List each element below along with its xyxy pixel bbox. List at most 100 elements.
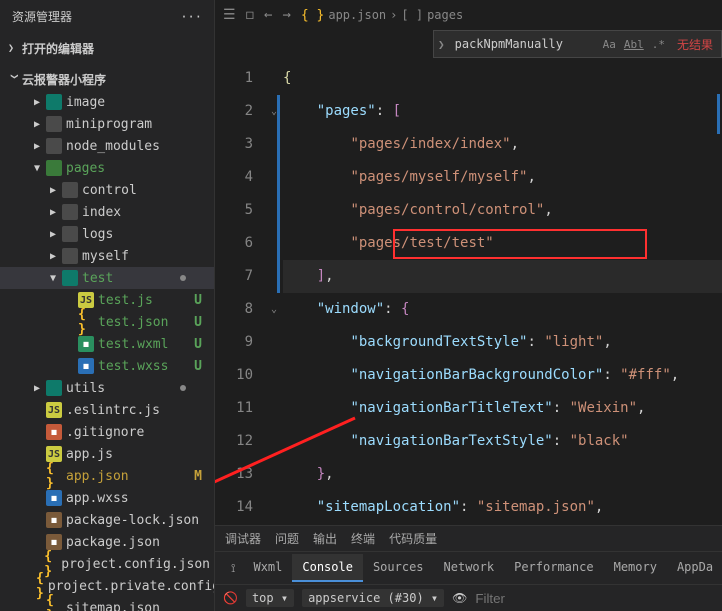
dbg-tab-问题[interactable]: 问题 [275, 530, 299, 547]
eye-icon[interactable]: 👁 [452, 591, 467, 605]
section-project[interactable]: ❯ 云报警器小程序 [0, 68, 214, 91]
inspect-icon[interactable]: ⟟ [223, 561, 243, 576]
regex-icon[interactable]: .* [648, 38, 669, 51]
tree-item-image[interactable]: ▶image [0, 91, 214, 113]
tree-label: test.wxml [98, 337, 168, 352]
breadcrumb[interactable]: { } app.json › [ ] pages [301, 8, 463, 23]
tree-item-index[interactable]: ▶index [0, 201, 214, 223]
status-badge: U [194, 359, 202, 374]
tree-label: sitemap.json [66, 601, 160, 611]
section-open-editors[interactable]: ❯ 打开的编辑器 [0, 37, 214, 60]
tree-item--gitignore[interactable]: ◼.gitignore [0, 421, 214, 443]
tree-label: app.wxss [66, 491, 129, 506]
tree-label: miniprogram [66, 117, 152, 132]
tree-item-logs[interactable]: ▶logs [0, 223, 214, 245]
tree-item-test[interactable]: ▼test [0, 267, 214, 289]
debugger-panel: 调试器问题输出终端代码质量 ⟟ WxmlConsoleSourcesNetwor… [215, 525, 722, 611]
dbg-tab2-Console[interactable]: Console [292, 554, 363, 582]
nav-fwd-icon[interactable]: → [282, 7, 290, 23]
tree-item-sitemap-json[interactable]: { }sitemap.json [0, 597, 214, 611]
tree-item-project-config-json[interactable]: { }project.config.json [0, 553, 214, 575]
tree-label: project.private.config.js... [48, 579, 214, 594]
dbg-tab2-Memory[interactable]: Memory [604, 554, 667, 582]
tree-label: control [82, 183, 137, 198]
tree-item-project-private-config-js-[interactable]: { }project.private.config.js... [0, 575, 214, 597]
dbg-tab2-Sources[interactable]: Sources [363, 554, 434, 582]
file-icon [62, 226, 78, 242]
code-line-5[interactable]: "pages/control/control", [283, 194, 722, 227]
code-line-8[interactable]: "window": { [283, 293, 722, 326]
dbg-tab-代码质量[interactable]: 代码质量 [389, 530, 437, 547]
code-line-7[interactable]: ], [283, 260, 722, 293]
code-line-3[interactable]: "pages/index/index", [283, 128, 722, 161]
status-badge: M [194, 469, 202, 484]
dbg-tab2-Network[interactable]: Network [434, 554, 505, 582]
filter-input[interactable] [475, 591, 652, 606]
tree-item-node_modules[interactable]: ▶node_modules [0, 135, 214, 157]
tree-item-test-wxss[interactable]: ◼test.wxssU [0, 355, 214, 377]
find-input[interactable]: packNpmManually [449, 37, 599, 51]
tree-label: image [66, 95, 105, 110]
context-top[interactable]: top ▾ [246, 589, 294, 607]
tree-item-app-json[interactable]: { }app.jsonM [0, 465, 214, 487]
fold-column: ⌄⌄ [265, 58, 283, 525]
bookmark-icon[interactable]: ◻ [246, 7, 254, 23]
tree-item--eslintrc-js[interactable]: JS.eslintrc.js [0, 399, 214, 421]
tree-label: app.json [66, 469, 129, 484]
code-line-11[interactable]: "navigationBarTitleText": "Weixin", [283, 392, 722, 425]
tree-item-test-js[interactable]: JStest.jsU [0, 289, 214, 311]
whole-word-icon[interactable]: Abl [620, 38, 648, 51]
context-appservice[interactable]: appservice (#30) ▾ [302, 589, 444, 607]
list-icon[interactable]: ☰ [223, 7, 236, 23]
code-line-9[interactable]: "backgroundTextStyle": "light", [283, 326, 722, 359]
code-line-4[interactable]: "pages/myself/myself", [283, 161, 722, 194]
more-icon[interactable]: ··· [180, 10, 202, 24]
tree-item-test-wxml[interactable]: ◼test.wxmlU [0, 333, 214, 355]
file-icon [46, 94, 62, 110]
tree-item-miniprogram[interactable]: ▶miniprogram [0, 113, 214, 135]
tree-label: utils [66, 381, 105, 396]
match-case-icon[interactable]: Aa [599, 38, 620, 51]
find-toggle-icon[interactable]: ❯ [434, 38, 449, 51]
main-area: ☰ ◻ ← → { } app.json › [ ] pages ❯ packN… [215, 0, 722, 611]
code-line-2[interactable]: "pages": [ [283, 95, 722, 128]
file-icon: ◼ [46, 490, 62, 506]
code-line-1[interactable]: { [283, 62, 722, 95]
dbg-tab-输出[interactable]: 输出 [313, 530, 337, 547]
sidebar-title: 资源管理器 [12, 8, 72, 25]
dbg-tab-终端[interactable]: 终端 [351, 530, 375, 547]
nav-back-icon[interactable]: ← [264, 7, 272, 23]
dbg-tab-调试器[interactable]: 调试器 [225, 530, 261, 547]
tree-item-myself[interactable]: ▶myself [0, 245, 214, 267]
tree-item-app-js[interactable]: JSapp.js [0, 443, 214, 465]
file-icon: JS [78, 292, 94, 308]
clear-icon[interactable]: 🚫 [223, 591, 238, 605]
code-body[interactable]: { "pages": [ "pages/index/index", "pages… [283, 58, 722, 525]
tree-item-package-json[interactable]: ◼package.json [0, 531, 214, 553]
dbg-tab2-Wxml[interactable]: Wxml [243, 554, 292, 582]
tree-label: index [82, 205, 121, 220]
tree-label: package-lock.json [66, 513, 199, 528]
tree-item-control[interactable]: ▶control [0, 179, 214, 201]
chevron-icon: ▶ [50, 251, 60, 262]
file-icon [46, 138, 62, 154]
sidebar: 资源管理器 ··· ❯ 打开的编辑器 ❯ 云报警器小程序 ▶image▶mini… [0, 0, 215, 611]
code-editor[interactable]: 123456789101112131415 ⌄⌄ { "pages": [ "p… [215, 58, 722, 525]
tree-item-utils[interactable]: ▶utils [0, 377, 214, 399]
code-line-12[interactable]: "navigationBarTextStyle": "black" [283, 425, 722, 458]
tree-item-pages[interactable]: ▼pages [0, 157, 214, 179]
dbg-tab2-Performance[interactable]: Performance [504, 554, 603, 582]
code-line-6[interactable]: "pages/test/test" [283, 227, 722, 260]
tree-item-test-json[interactable]: { }test.jsonU [0, 311, 214, 333]
tree-item-package-lock-json[interactable]: ◼package-lock.json [0, 509, 214, 531]
code-line-15[interactable]: "tabBar": { [283, 524, 722, 525]
code-line-10[interactable]: "navigationBarBackgroundColor": "#fff", [283, 359, 722, 392]
file-icon [46, 116, 62, 132]
find-bar: ❯ packNpmManually Aa Abl .* 无结果 [433, 30, 722, 58]
code-line-13[interactable]: }, [283, 458, 722, 491]
code-line-14[interactable]: "sitemapLocation": "sitemap.json", [283, 491, 722, 524]
file-icon [62, 182, 78, 198]
dbg-tab2-AppDa[interactable]: AppDa [667, 554, 722, 582]
file-tree: ▶image▶miniprogram▶node_modules▼pages▶co… [0, 91, 214, 611]
tree-item-app-wxss[interactable]: ◼ app.wxss [0, 487, 214, 509]
